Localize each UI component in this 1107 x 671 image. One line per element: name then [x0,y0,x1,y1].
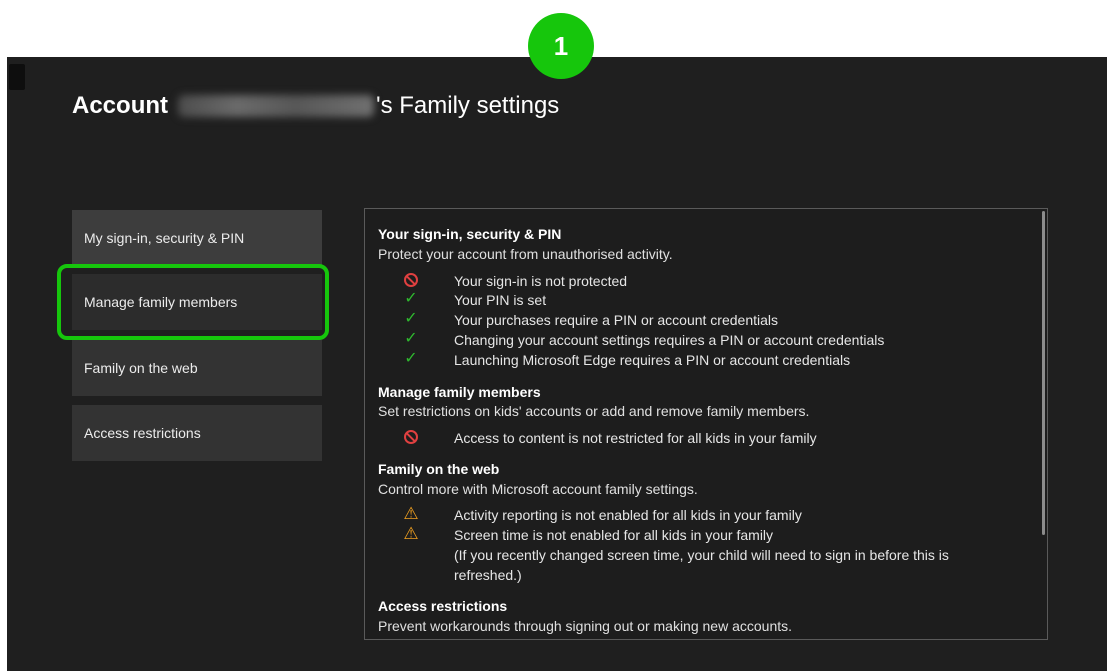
warning-icon: ⚠ [403,504,419,523]
section-title-family: Manage family members [378,384,541,400]
step-number-badge: 1 [528,13,594,79]
blocked-icon [400,271,422,289]
section-title-sign-in: Your sign-in, security & PIN [378,226,562,242]
status-item: ✓ Changing your account settings require… [400,330,884,350]
nav-item-label: Family on the web [84,360,198,376]
section-desc-sign-in: Protect your account from unauthorised a… [378,246,673,262]
corner-marker [9,64,25,90]
status-item: Your sign-in is not protected [400,271,627,291]
page-title: Account 's Family settings [72,92,559,120]
status-item: ✓ Launching Microsoft Edge requires a PI… [400,350,850,370]
check-icon: ✓ [404,350,418,367]
selection-focus-ring [57,264,329,340]
status-item: Access to content is not restricted for … [400,428,817,448]
blurred-gamertag [178,95,374,117]
check-icon: ✓ [404,290,418,307]
section-desc-access: Prevent workarounds through signing out … [378,618,793,634]
nav-item-access-restrictions[interactable]: Access restrictions [72,405,322,461]
nav-item-label: Access restrictions [84,425,201,441]
status-item: ✓ Your purchases require a PIN or accoun… [400,310,778,330]
warning-icon: ⚠ [403,524,419,543]
nav-item-sign-in-security[interactable]: My sign-in, security & PIN [72,210,322,266]
title-prefix: Account [72,92,168,119]
blocked-icon [400,428,422,446]
section-title-access: Access restrictions [378,598,508,614]
check-icon: ✓ [404,330,418,347]
section-title-web: Family on the web [378,461,500,477]
check-icon: ✓ [404,310,418,327]
section-desc-family: Set restrictions on kids' accounts or ad… [378,403,810,419]
title-suffix: 's Family settings [376,92,560,119]
nav-item-family-on-web[interactable]: Family on the web [72,340,322,396]
nav-item-label: My sign-in, security & PIN [84,230,245,246]
panel-scrollbar[interactable] [1042,211,1045,535]
status-item: ✓ Your PIN is set [400,290,546,310]
status-item: ⚠ Screen time is not enabled for all kid… [400,524,949,584]
section-desc-web: Control more with Microsoft account fami… [378,481,698,497]
status-item: ⚠ Activity reporting is not enabled for … [400,504,801,525]
